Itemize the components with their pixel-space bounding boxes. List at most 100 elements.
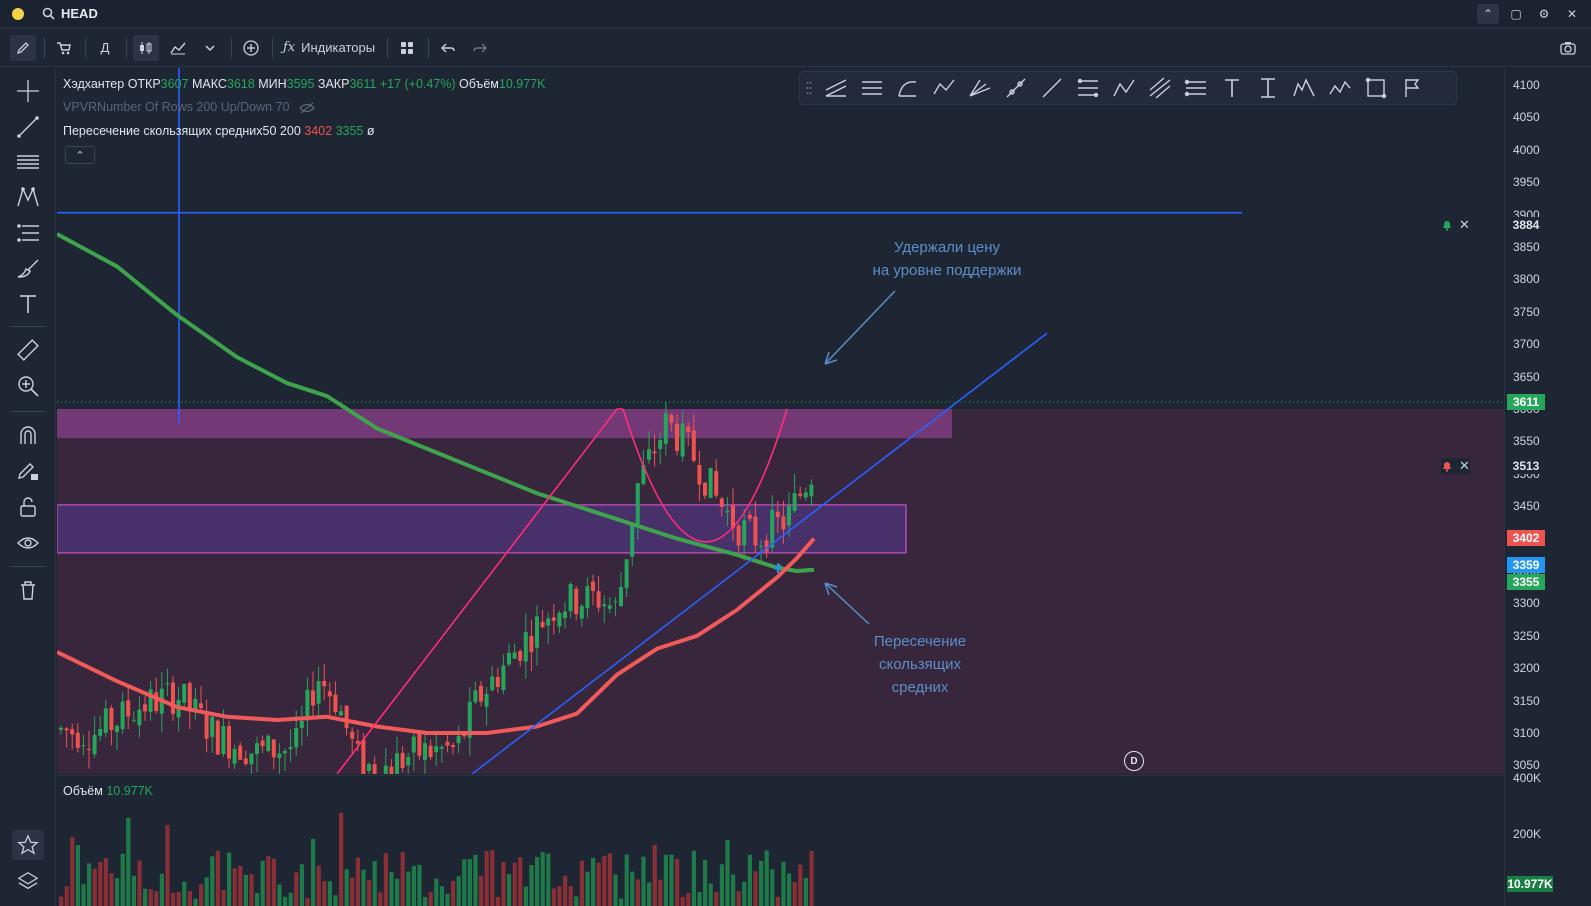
- fib-extension-icon[interactable]: [1178, 74, 1214, 102]
- candle-body: [680, 423, 685, 457]
- candle-body: [406, 757, 411, 766]
- legend-vpvr[interactable]: VPVRNumber Of Rows 200 Up/Down 70: [63, 100, 315, 114]
- fib-lines-icon[interactable]: [12, 147, 44, 177]
- volume-bar: [456, 876, 461, 906]
- candle-body: [787, 505, 791, 526]
- maximize-icon[interactable]: ▢: [1505, 4, 1527, 24]
- candle-body: [137, 709, 142, 726]
- volume-bar: [798, 864, 803, 906]
- ray-icon[interactable]: [1034, 74, 1070, 102]
- star-icon[interactable]: [12, 830, 44, 860]
- candle-body: [602, 604, 607, 607]
- polyline-icon[interactable]: [926, 74, 962, 102]
- undo-icon[interactable]: [435, 35, 461, 61]
- candle-body: [227, 726, 231, 759]
- candle-body: [115, 725, 119, 732]
- candle-body: [708, 467, 713, 498]
- legend-ma[interactable]: Пересечение скользящих средних50 200 340…: [63, 124, 375, 138]
- elliott-wave-icon[interactable]: [1286, 74, 1322, 102]
- candle-body: [400, 752, 405, 769]
- ruler-icon[interactable]: [12, 335, 44, 365]
- symbol-search[interactable]: HEAD: [42, 6, 98, 21]
- pitchfork-icon[interactable]: [818, 74, 854, 102]
- range-icon[interactable]: [12, 218, 44, 248]
- segment-icon[interactable]: [998, 74, 1034, 102]
- zoom-in-icon[interactable]: [12, 371, 44, 401]
- add-plus-icon[interactable]: [238, 35, 264, 61]
- text-tool-icon[interactable]: [12, 289, 44, 319]
- instrument-name: Хэдхантер: [63, 77, 125, 91]
- candle-body: [579, 606, 584, 619]
- brush-icon[interactable]: [12, 254, 44, 284]
- eye-hidden-icon[interactable]: [299, 102, 315, 114]
- candle-body: [725, 510, 730, 513]
- price-axis-tick: 3650: [1513, 369, 1540, 384]
- fib-fan-icon[interactable]: [962, 74, 998, 102]
- alert-3884[interactable]: ✕: [1441, 217, 1470, 233]
- bell-icon[interactable]: [1441, 219, 1453, 231]
- price-chart[interactable]: Хэдхантер ОТКР3607 МАКС3618 МИН3595 ЗАКР…: [57, 68, 1504, 774]
- redo-icon[interactable]: [467, 35, 493, 61]
- trend-line-icon[interactable]: [12, 112, 44, 142]
- indicators-button[interactable]: ƒx Индикаторы: [279, 35, 379, 61]
- candle-body: [199, 703, 203, 708]
- volume-bar: [708, 883, 713, 906]
- price-axis-tick: 3100: [1513, 726, 1540, 740]
- candle-body: [775, 511, 780, 518]
- alert-3513[interactable]: ✕: [1441, 458, 1470, 474]
- gann-icon[interactable]: [1142, 74, 1178, 102]
- pencil-icon[interactable]: [10, 34, 36, 61]
- chevron-up-icon[interactable]: ⌃: [1477, 4, 1499, 24]
- lock-drawing-icon[interactable]: [12, 456, 44, 486]
- trash-icon[interactable]: [12, 575, 44, 605]
- eye-icon[interactable]: [12, 528, 44, 558]
- text-icon[interactable]: [1214, 74, 1250, 102]
- magnet-icon[interactable]: [12, 420, 44, 450]
- volume-bar: [249, 874, 254, 906]
- fib-retracement-icon[interactable]: [1070, 74, 1106, 102]
- volume-pane[interactable]: Объём 10.977K: [57, 775, 1504, 906]
- area-chart-icon[interactable]: [165, 35, 191, 61]
- parallel-channel-icon[interactable]: [854, 74, 890, 102]
- volume-bar: [120, 853, 125, 906]
- chart-canvas[interactable]: [57, 68, 1504, 774]
- divider: [10, 566, 46, 567]
- volume-bar: [641, 856, 646, 906]
- period-button[interactable]: Д: [92, 35, 118, 61]
- crosshair-icon[interactable]: [12, 76, 44, 106]
- rectangle-icon[interactable]: [1358, 74, 1394, 102]
- drag-handle-icon[interactable]: [800, 74, 818, 102]
- price-label-icon[interactable]: [1250, 74, 1286, 102]
- unlock-icon[interactable]: [12, 492, 44, 522]
- candle-body: [798, 493, 803, 496]
- chevron-down-icon[interactable]: [197, 35, 223, 61]
- layout-grid-icon[interactable]: [394, 35, 420, 61]
- candle-body: [395, 753, 399, 774]
- dividend-marker[interactable]: D: [1124, 751, 1144, 771]
- candles-icon[interactable]: [133, 34, 159, 61]
- candle-body: [439, 747, 444, 749]
- camera-icon[interactable]: [1555, 35, 1581, 61]
- pattern-icon[interactable]: [12, 182, 44, 212]
- legend-collapse-button[interactable]: ⌃: [65, 146, 95, 164]
- wave-icon[interactable]: [1322, 74, 1358, 102]
- candle-body: [585, 586, 590, 609]
- candle-body: [299, 720, 304, 728]
- layers-icon[interactable]: [12, 866, 44, 896]
- volume-bar: [747, 854, 752, 906]
- cart-icon[interactable]: [51, 35, 77, 61]
- candle-body: [81, 745, 86, 747]
- close-icon[interactable]: ✕: [1459, 458, 1470, 474]
- volume-bar: [607, 853, 612, 906]
- abcd-pattern-icon[interactable]: [1106, 74, 1142, 102]
- volume-bar: [103, 858, 108, 906]
- close-icon[interactable]: ✕: [1459, 217, 1470, 233]
- close-icon[interactable]: ✕: [1561, 4, 1583, 24]
- price-axis[interactable]: 4100 4050 4000 3950 3900 3850 3800 3750 3700 3650…: [1504, 68, 1591, 906]
- price-axis-tick: 3550: [1513, 434, 1540, 449]
- bell-icon[interactable]: [1441, 460, 1453, 472]
- volume-bar: [540, 852, 545, 906]
- flag-icon[interactable]: [1394, 74, 1430, 102]
- arc-icon[interactable]: [890, 74, 926, 102]
- gear-icon[interactable]: ⚙: [1533, 4, 1555, 24]
